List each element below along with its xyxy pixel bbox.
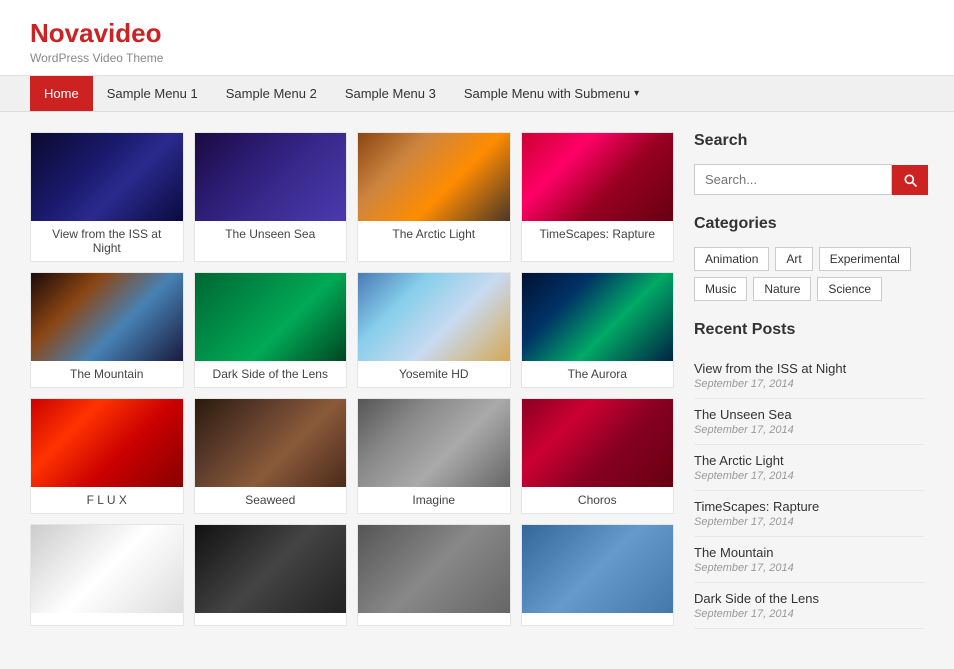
video-thumbnail: [195, 399, 347, 487]
video-thumbnail: [522, 399, 674, 487]
video-thumbnail: [195, 273, 347, 361]
grid-item[interactable]: [30, 524, 184, 626]
grid-item[interactable]: The Aurora: [521, 272, 675, 388]
search-title: Search: [694, 132, 924, 154]
video-caption: Yosemite HD: [358, 361, 510, 387]
video-thumbnail: [358, 273, 510, 361]
grid-item[interactable]: [194, 524, 348, 626]
video-caption: [522, 613, 674, 625]
video-grid: View from the ISS at Night The Unseen Sea…: [30, 132, 674, 626]
search-input[interactable]: [694, 164, 892, 195]
main-content: View from the ISS at Night The Unseen Sea…: [30, 132, 674, 649]
video-caption: F L U X: [31, 487, 183, 513]
sidebar: Search Categories AnimationArt Experiment…: [694, 132, 924, 649]
video-caption: [358, 613, 510, 625]
categories-section: Categories AnimationArt Experimental Music…: [694, 215, 924, 301]
video-caption: Dark Side of the Lens: [195, 361, 347, 387]
recent-post-item: Dark Side of the Lens September 17, 2014: [694, 583, 924, 629]
nav-item-sample-menu-3[interactable]: Sample Menu 3: [331, 76, 450, 111]
grid-item[interactable]: Seaweed: [194, 398, 348, 514]
site-header: Novavideo WordPress Video Theme: [0, 0, 954, 76]
recent-post-date: September 17, 2014: [694, 424, 924, 436]
video-thumbnail: [522, 133, 674, 221]
recent-post-title[interactable]: Dark Side of the Lens: [694, 591, 924, 606]
chevron-down-icon: ▾: [634, 88, 639, 99]
video-thumbnail: [31, 399, 183, 487]
grid-item[interactable]: The Mountain: [30, 272, 184, 388]
recent-posts-title: Recent Posts: [694, 321, 924, 343]
video-caption: The Arctic Light: [358, 221, 510, 247]
recent-post-item: The Mountain September 17, 2014: [694, 537, 924, 583]
recent-post-date: September 17, 2014: [694, 608, 924, 620]
recent-post-date: September 17, 2014: [694, 516, 924, 528]
search-button[interactable]: [892, 165, 928, 195]
recent-post-title[interactable]: The Unseen Sea: [694, 407, 924, 422]
video-thumbnail: [31, 133, 183, 221]
category-tag[interactable]: Science: [817, 277, 882, 301]
recent-post-item: TimeScapes: Rapture September 17, 2014: [694, 491, 924, 537]
category-tag[interactable]: Animation: [694, 247, 769, 271]
category-tag[interactable]: Art: [775, 247, 812, 271]
site-tagline: WordPress Video Theme: [30, 51, 924, 65]
site-title[interactable]: Novavideo: [30, 18, 162, 48]
recent-post-title[interactable]: View from the ISS at Night: [694, 361, 924, 376]
nav-item-sample-menu-2[interactable]: Sample Menu 2: [212, 76, 331, 111]
video-thumbnail: [195, 133, 347, 221]
video-caption: Imagine: [358, 487, 510, 513]
nav-item-sample-menu-with-submenu[interactable]: Sample Menu with Submenu▾: [450, 76, 653, 111]
grid-item[interactable]: Dark Side of the Lens: [194, 272, 348, 388]
category-tag[interactable]: Nature: [753, 277, 811, 301]
recent-post-date: September 17, 2014: [694, 378, 924, 390]
grid-item[interactable]: [521, 524, 675, 626]
video-caption: The Mountain: [31, 361, 183, 387]
nav-item-home[interactable]: Home: [30, 76, 93, 111]
recent-post-date: September 17, 2014: [694, 562, 924, 574]
video-caption: TimeScapes: Rapture: [522, 221, 674, 247]
search-section: Search: [694, 132, 924, 195]
recent-post-item: View from the ISS at Night September 17, …: [694, 353, 924, 399]
grid-item[interactable]: View from the ISS at Night: [30, 132, 184, 262]
video-thumbnail: [522, 273, 674, 361]
grid-item[interactable]: The Unseen Sea: [194, 132, 348, 262]
search-row: [694, 164, 924, 195]
page-wrapper: View from the ISS at Night The Unseen Sea…: [0, 112, 954, 669]
video-caption: [195, 613, 347, 625]
categories-title: Categories: [694, 215, 924, 237]
video-caption: The Unseen Sea: [195, 221, 347, 247]
grid-item[interactable]: Choros: [521, 398, 675, 514]
grid-item[interactable]: The Arctic Light: [357, 132, 511, 262]
category-tag[interactable]: Experimental: [819, 247, 911, 271]
recent-post-item: The Arctic Light September 17, 2014: [694, 445, 924, 491]
recent-post-title[interactable]: TimeScapes: Rapture: [694, 499, 924, 514]
recent-posts-section: Recent Posts View from the ISS at Night S…: [694, 321, 924, 629]
video-caption: View from the ISS at Night: [31, 221, 183, 261]
video-thumbnail: [31, 273, 183, 361]
grid-item[interactable]: TimeScapes: Rapture: [521, 132, 675, 262]
video-caption: Choros: [522, 487, 674, 513]
recent-post-title[interactable]: The Arctic Light: [694, 453, 924, 468]
recent-posts-list: View from the ISS at Night September 17, …: [694, 353, 924, 629]
main-nav: HomeSample Menu 1Sample Menu 2Sample Men…: [0, 76, 954, 112]
video-caption: Seaweed: [195, 487, 347, 513]
nav-item-sample-menu-1[interactable]: Sample Menu 1: [93, 76, 212, 111]
search-icon: [902, 172, 918, 188]
grid-item[interactable]: Imagine: [357, 398, 511, 514]
video-caption: [31, 613, 183, 625]
video-caption: The Aurora: [522, 361, 674, 387]
recent-post-title[interactable]: The Mountain: [694, 545, 924, 560]
grid-item[interactable]: F L U X: [30, 398, 184, 514]
video-thumbnail: [358, 133, 510, 221]
category-tag[interactable]: Music: [694, 277, 747, 301]
grid-item[interactable]: [357, 524, 511, 626]
recent-post-date: September 17, 2014: [694, 470, 924, 482]
grid-item[interactable]: Yosemite HD: [357, 272, 511, 388]
video-thumbnail: [358, 399, 510, 487]
categories-list: AnimationArt Experimental MusicNatureScien…: [694, 247, 924, 301]
recent-post-item: The Unseen Sea September 17, 2014: [694, 399, 924, 445]
